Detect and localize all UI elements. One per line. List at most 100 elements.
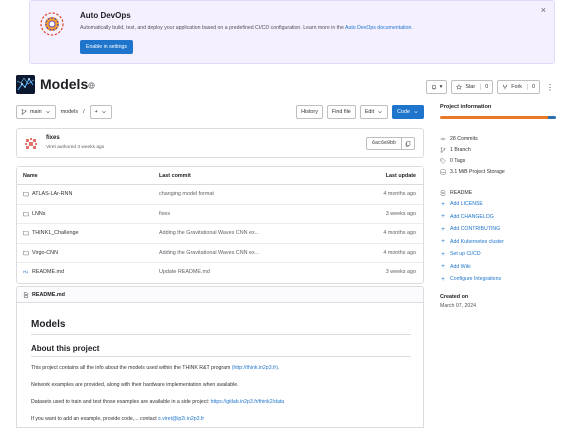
readme-p4-text: If you want to add an example, provide c…	[31, 416, 159, 422]
copy-icon	[405, 140, 411, 147]
configure-integrations-link[interactable]: + Configure Integrations	[440, 273, 556, 286]
copy-sha-button[interactable]	[402, 137, 415, 150]
star-count[interactable]: 0	[480, 84, 488, 90]
breadcrumb-project[interactable]: models	[61, 109, 78, 115]
banner-title: Auto DevOps	[80, 11, 131, 20]
configure-integrations-label[interactable]: Configure Integrations	[450, 276, 501, 282]
add-wiki-label[interactable]: Add Wiki	[450, 264, 470, 270]
add-kubernetes-cluster-link[interactable]: + Add Kubernetes cluster	[440, 236, 556, 249]
star-button[interactable]: Star 0	[451, 80, 494, 94]
add-changelog-label[interactable]: Add CHANGELOG	[450, 214, 494, 220]
file-last-commit[interactable]: changing model format	[159, 191, 214, 197]
readme-paragraph: If you want to add an example, provide c…	[31, 416, 411, 422]
fork-count[interactable]: 0	[527, 84, 535, 90]
storage-link[interactable]: 3.1 MiB Project Storage	[440, 166, 556, 177]
table-row[interactable]: THINK1_Challenge Adding the Gravitationa…	[17, 224, 423, 244]
code-button[interactable]: Code	[392, 105, 424, 119]
file-name[interactable]: THINK1_Challenge	[32, 230, 78, 236]
plus-icon: +	[441, 275, 445, 283]
setup-cicd-link[interactable]: + Set up CI/CD	[440, 248, 556, 261]
branches-link[interactable]: 1 Branch	[440, 144, 556, 155]
table-row[interactable]: README.md Update README.md 3 weeks ago	[17, 263, 423, 283]
readme-paragraph: This project contains all the info about…	[31, 365, 411, 371]
fork-label: Fork	[511, 84, 522, 90]
add-license-link[interactable]: + Add LICENSE	[440, 198, 556, 211]
notifications-button[interactable]: ▾	[425, 80, 448, 94]
add-to-tree-button[interactable]: +	[89, 105, 112, 119]
find-file-button[interactable]: Find file	[326, 105, 356, 119]
storage-size[interactable]: 3.1 MiB Project Storage	[450, 169, 505, 175]
add-license-label[interactable]: Add LICENSE	[450, 201, 483, 207]
datasets-link[interactable]: https://gitlab.in2p3.fr/think2/data	[211, 399, 285, 405]
star-icon	[456, 84, 463, 90]
folder-icon	[23, 191, 29, 197]
contact-email-link[interactable]: s.viret@ip2i.in2p3.fr	[158, 416, 204, 422]
project-info-title: Project information	[440, 104, 492, 110]
branches-count[interactable]: 1 Branch	[450, 147, 471, 153]
readme-link-label[interactable]: README	[450, 190, 472, 196]
plus-icon: +	[441, 213, 445, 221]
add-contributing-link[interactable]: + Add CONTRIBUTING	[440, 223, 556, 236]
author-avatar[interactable]	[24, 137, 38, 151]
file-name-cell[interactable]: Virgo-CNN	[23, 250, 58, 256]
tags-count[interactable]: 0 Tags	[450, 158, 465, 164]
tags-link[interactable]: 0 Tags	[440, 155, 556, 166]
file-last-commit[interactable]: Update README.md	[159, 269, 210, 275]
readme-filename[interactable]: README.md	[32, 292, 65, 298]
readme-p1-end: .	[277, 365, 280, 371]
history-button[interactable]: History	[296, 105, 323, 119]
file-name[interactable]: Virgo-CNN	[32, 250, 58, 256]
commits-count[interactable]: 28 Commits	[450, 136, 478, 142]
table-row[interactable]: LNNs fixes 3 weeks ago	[17, 205, 423, 224]
file-name-cell[interactable]: README.md	[23, 269, 64, 275]
plus-icon: +	[441, 200, 445, 208]
column-last-commit: Last commit	[159, 173, 191, 179]
file-name-cell[interactable]: ATLAS-LAr-RNN	[23, 191, 72, 197]
file-last-update: 3 weeks ago	[385, 210, 416, 217]
readme-heading: Models	[31, 319, 411, 335]
readme-paragraph: Network examples are provided, along wit…	[31, 382, 239, 388]
add-contributing-label[interactable]: Add CONTRIBUTING	[450, 226, 500, 232]
file-name-cell[interactable]: LNNs	[23, 211, 45, 217]
commit-sha[interactable]: 6ac6e9bb	[365, 137, 402, 150]
enable-in-settings-button[interactable]: Enable in settings	[80, 40, 133, 54]
file-name[interactable]: README.md	[32, 269, 64, 275]
file-last-commit[interactable]: Adding the Gravitational Waves CNN ex...	[159, 230, 259, 236]
readme-paragraph: Datasets used to train and test those ex…	[31, 399, 411, 405]
plus-icon: +	[441, 225, 445, 233]
close-icon[interactable]: ×	[541, 5, 546, 15]
commits-link[interactable]: 28 Commits	[440, 133, 556, 144]
commit-message[interactable]: fixes	[46, 135, 60, 141]
language-bar	[440, 116, 556, 119]
auto-devops-docs-link[interactable]: Auto DevOps documentation.	[345, 25, 413, 31]
think-website-link[interactable]: (http://think.in2p3.fr)	[232, 365, 278, 371]
file-last-commit[interactable]: fixes	[159, 211, 170, 217]
add-kubernetes-label[interactable]: Add Kubernetes cluster	[450, 239, 504, 245]
readme-link[interactable]: README	[440, 187, 556, 198]
file-name[interactable]: LNNs	[32, 211, 45, 217]
commit-author-line: Viret authored 3 weeks ago	[46, 145, 104, 150]
add-wiki-link[interactable]: + Add Wiki	[440, 261, 556, 274]
readme-content: Models About this project This project c…	[31, 319, 411, 422]
file-name-cell[interactable]: THINK1_Challenge	[23, 230, 78, 236]
commit-author[interactable]: Viret	[46, 145, 56, 150]
code-label: Code	[397, 109, 410, 115]
chevron-down-icon	[414, 111, 418, 114]
tag-icon	[440, 158, 446, 164]
more-actions-icon[interactable]: ⋮	[544, 83, 556, 92]
setup-cicd-label[interactable]: Set up CI/CD	[450, 251, 481, 257]
branch-selector[interactable]: main	[16, 105, 56, 119]
project-avatar	[16, 75, 35, 94]
plus-icon: +	[441, 263, 445, 271]
add-changelog-link[interactable]: + Add CHANGELOG	[440, 211, 556, 224]
fork-button[interactable]: Fork 0	[497, 80, 540, 94]
table-row[interactable]: Virgo-CNN Adding the Gravitational Waves…	[17, 244, 423, 263]
auto-devops-gear-icon	[40, 12, 64, 36]
edit-button[interactable]: Edit	[359, 105, 389, 119]
folder-icon	[23, 211, 29, 216]
table-row[interactable]: ATLAS-LAr-RNN changing model format 4 mo…	[17, 185, 423, 205]
file-last-commit[interactable]: Adding the Gravitational Waves CNN ex...	[159, 250, 259, 256]
chevron-down-icon	[378, 111, 382, 114]
file-name[interactable]: ATLAS-LAr-RNN	[32, 191, 72, 197]
